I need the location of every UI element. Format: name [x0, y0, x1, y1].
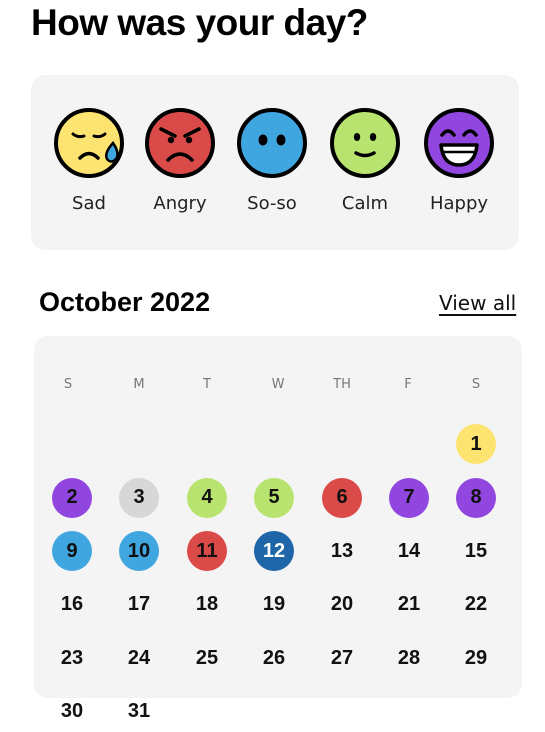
sad-face-icon [54, 108, 124, 178]
mood-label-calm: Calm [341, 193, 389, 214]
calendar-day-13[interactable]: 13 [322, 531, 362, 571]
calendar-day-27[interactable]: 27 [322, 638, 362, 678]
calendar-day-18[interactable]: 18 [187, 585, 227, 625]
calendar-day-31[interactable]: 31 [119, 692, 159, 732]
weekday-header-tue: T [203, 377, 211, 392]
calendar-day-17[interactable]: 17 [119, 585, 159, 625]
weekday-header-mon: M [133, 377, 145, 392]
calendar-day-9[interactable]: 9 [52, 531, 92, 571]
calendar-day-19[interactable]: 19 [254, 585, 294, 625]
calendar-month-title: October 2022 [39, 287, 211, 317]
mood-label-sad: Sad [72, 193, 106, 214]
calendar-day-4[interactable]: 4 [187, 477, 227, 518]
calendar-day-1[interactable]: 1 [456, 424, 496, 464]
calendar-day-10[interactable]: 10 [119, 531, 159, 571]
calendar-day-30[interactable]: 30 [52, 692, 92, 732]
happy-face-icon [424, 108, 494, 178]
weekday-header-thu: TH [333, 377, 351, 392]
mood-option-sad[interactable]: Sad [43, 107, 135, 214]
calendar-day-5[interactable]: 5 [254, 477, 294, 518]
calendar-day-15[interactable]: 15 [456, 531, 496, 571]
mood-picker: Sad Angry So-so Calm Happy [31, 75, 519, 250]
calendar-day-29[interactable]: 29 [456, 638, 496, 678]
mood-option-happy[interactable]: Happy [413, 107, 505, 214]
calm-face-icon [330, 108, 400, 178]
calendar-day-20[interactable]: 20 [322, 585, 362, 625]
mood-option-so-so[interactable]: So-so [226, 107, 318, 214]
calendar-day-23[interactable]: 23 [52, 638, 92, 678]
mood-label-angry: Angry [153, 193, 207, 214]
mood-label-happy: Happy [429, 193, 489, 214]
calendar-day-11[interactable]: 11 [187, 531, 227, 571]
weekday-header-fri: F [404, 377, 412, 392]
calendar-day-26[interactable]: 26 [254, 638, 294, 678]
calendar-day-7[interactable]: 7 [389, 477, 429, 518]
view-all-link[interactable]: View all [439, 291, 516, 315]
page-title: How was your day? [31, 2, 368, 43]
calendar-day-28[interactable]: 28 [389, 638, 429, 678]
weekday-header-sat: S [471, 377, 481, 392]
calendar-day-24[interactable]: 24 [119, 638, 159, 678]
calendar-day-8[interactable]: 8 [456, 477, 496, 518]
mood-option-calm[interactable]: Calm [319, 107, 411, 214]
angry-face-icon [145, 108, 215, 178]
neutral-face-icon [237, 108, 307, 178]
calendar-day-2[interactable]: 2 [52, 477, 92, 518]
calendar-day-12[interactable]: 12 [254, 531, 294, 571]
mood-label-so-so: So-so [247, 193, 297, 214]
calendar-day-22[interactable]: 22 [456, 585, 496, 625]
weekday-header-wed: W [271, 377, 285, 392]
calendar-day-25[interactable]: 25 [187, 638, 227, 678]
calendar-day-16[interactable]: 16 [52, 585, 92, 625]
weekday-header-sun: S [63, 377, 73, 392]
calendar-day-6[interactable]: 6 [322, 477, 362, 518]
calendar-grid: S M T W TH F S 1 2 3 4 5 6 7 8 9 10 11 12 13 14 15 16 17… [34, 336, 522, 722]
calendar-day-21[interactable]: 21 [389, 585, 429, 625]
mood-option-angry[interactable]: Angry [134, 107, 226, 214]
calendar-day-3[interactable]: 3 [119, 477, 159, 518]
calendar-day-14[interactable]: 14 [389, 531, 429, 571]
